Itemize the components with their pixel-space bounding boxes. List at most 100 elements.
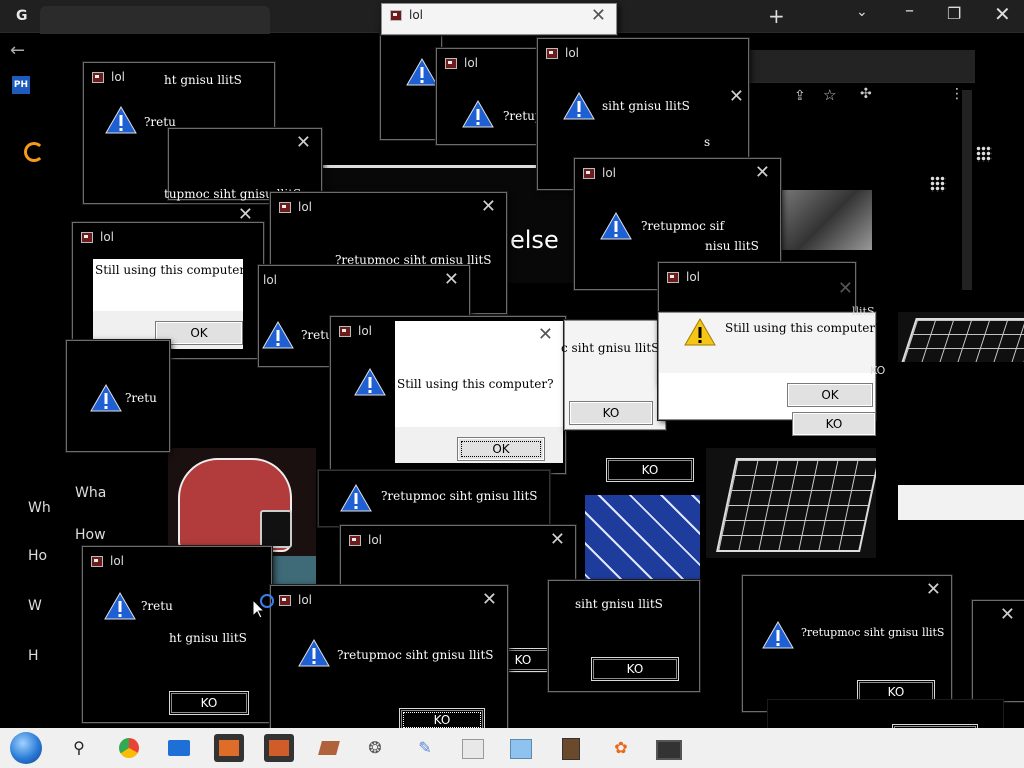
app-icon (279, 202, 291, 213)
notepad-icon[interactable] (458, 734, 488, 762)
media-icon[interactable] (214, 734, 244, 762)
ko-label: KO (870, 364, 886, 377)
dialog-title: lol (298, 200, 313, 214)
close-icon[interactable]: ✕ (838, 279, 853, 299)
dialog-message: ?retupmoc siht gnisu llitS (381, 489, 538, 503)
game-icon[interactable]: ❂ (360, 734, 390, 762)
app-icon (339, 326, 351, 337)
dialog-body: ✕ Still using this computer? OK (395, 321, 563, 463)
paint-icon[interactable]: ✎ (410, 734, 440, 762)
browser-icon[interactable] (114, 734, 144, 762)
background-text-h: H (28, 648, 39, 664)
close-window-icon[interactable]: ✕ (994, 2, 1011, 26)
monitor-icon[interactable] (654, 734, 684, 762)
dialog-titlebar: lol ✕ (259, 266, 469, 296)
dialog-title: lol (263, 273, 278, 287)
puzzle-icon[interactable]: ✿ (606, 734, 636, 762)
close-icon[interactable]: ✕ (482, 590, 497, 610)
app-icon (349, 535, 361, 546)
dialog-title: lol (111, 70, 126, 84)
dialog-window: lol ?retu ht gnisu llitS KO (82, 546, 272, 723)
dialog-titlebar: lol ✕ (538, 39, 748, 107)
calendar-grid (716, 458, 876, 552)
ko-button[interactable]: KO (169, 691, 249, 715)
close-icon[interactable]: ✕ (755, 163, 770, 183)
calendar-icon[interactable] (506, 734, 536, 762)
media-icon-2[interactable] (264, 734, 294, 762)
meme-caption: else (510, 226, 559, 254)
close-icon[interactable]: ✕ (591, 6, 606, 26)
reversed-fragment: llitS (852, 305, 875, 318)
dialog-message: ?retupmoc siht gnisu llitS (801, 626, 945, 639)
ko-button[interactable]: KO (792, 412, 876, 436)
back-arrow-icon[interactable]: ← (10, 40, 25, 61)
warning-icon (262, 320, 294, 349)
mug-icon (260, 510, 292, 548)
app-icon (92, 72, 104, 83)
minimize-window-icon[interactable]: – (905, 0, 914, 21)
warning-icon (105, 105, 137, 134)
gem-icon[interactable] (314, 734, 344, 762)
dialog-window: lol Still using this computer? OK ✕ (72, 205, 264, 359)
close-icon[interactable]: ✕ (481, 197, 496, 217)
apps-grid-icon[interactable] (976, 146, 992, 162)
white-fragment (898, 485, 1024, 520)
extensions-icon[interactable]: ✣ (860, 86, 872, 102)
scrollbar[interactable] (962, 90, 972, 290)
close-icon[interactable]: ✕ (538, 325, 553, 345)
app-icon (390, 10, 402, 21)
close-icon[interactable]: ✕ (1000, 605, 1015, 625)
dialog-message: nisu llitS (705, 239, 759, 253)
folder-icon[interactable] (164, 734, 194, 762)
restore-window-icon[interactable]: ❐ (947, 4, 961, 23)
dialog-message: siht gnisu llitS (602, 99, 690, 113)
close-icon[interactable]: ✕ (238, 205, 253, 225)
share-icon[interactable]: ⇪ (794, 88, 806, 104)
warning-icon (406, 57, 438, 86)
ok-button[interactable]: OK (457, 437, 545, 461)
gray-photo-fragment (782, 190, 872, 250)
google-icon: G (16, 8, 28, 24)
dialog-window: ✕ (972, 600, 1024, 702)
search-icon[interactable]: ⚲ (64, 734, 94, 762)
close-icon[interactable]: ✕ (296, 133, 311, 153)
bookmark-star-icon[interactable]: ☆ (823, 86, 836, 104)
dialog-window (380, 28, 442, 140)
warning-icon (340, 483, 372, 512)
dialog-title: lol (565, 46, 580, 60)
calendar-image-fragment-2 (898, 312, 1024, 362)
apps-grid-icon-2[interactable] (930, 176, 946, 192)
dialog-window: lol ✕ (381, 3, 617, 35)
ko-button[interactable]: KO (569, 401, 653, 425)
ko-button[interactable]: KO (591, 657, 679, 681)
close-icon[interactable]: ✕ (729, 87, 744, 107)
background-text-what: Wha (75, 485, 107, 501)
dialog-message: Still using this computer? (725, 321, 882, 335)
browser-tab[interactable] (40, 6, 270, 34)
dialog-title: lol (368, 533, 383, 547)
dialog-message: Still using this computer? (397, 377, 554, 391)
ok-button[interactable]: OK (787, 383, 873, 407)
warning-icon (600, 211, 632, 240)
app-icon (583, 168, 595, 179)
app-icon (445, 58, 457, 69)
warning-icon (354, 367, 386, 396)
dialog-message: ?retu (141, 599, 173, 613)
dialog-title: lol (298, 593, 313, 607)
dialog-window: lol ✕ Still using this computer? OK (330, 316, 566, 474)
ph-badge[interactable]: PH (12, 76, 30, 94)
dialog-body: Still using this computer? OK (93, 259, 252, 349)
ko-button[interactable]: KO (606, 458, 694, 482)
close-icon[interactable]: ✕ (444, 270, 459, 290)
new-tab-icon[interactable]: + (768, 4, 785, 28)
close-icon[interactable]: ✕ (550, 530, 565, 550)
tab-search-icon[interactable]: ⌄ (856, 4, 868, 20)
background-text-wh: Wh (28, 500, 51, 516)
start-orb-icon[interactable] (10, 732, 42, 764)
book-icon[interactable] (556, 734, 586, 762)
background-text-how: How (75, 527, 106, 543)
dialog-titlebar: lol ✕ (271, 586, 507, 616)
dialog-message: siht gnisu llitS (575, 597, 663, 611)
warning-icon (104, 591, 136, 620)
close-icon[interactable]: ✕ (926, 580, 941, 600)
